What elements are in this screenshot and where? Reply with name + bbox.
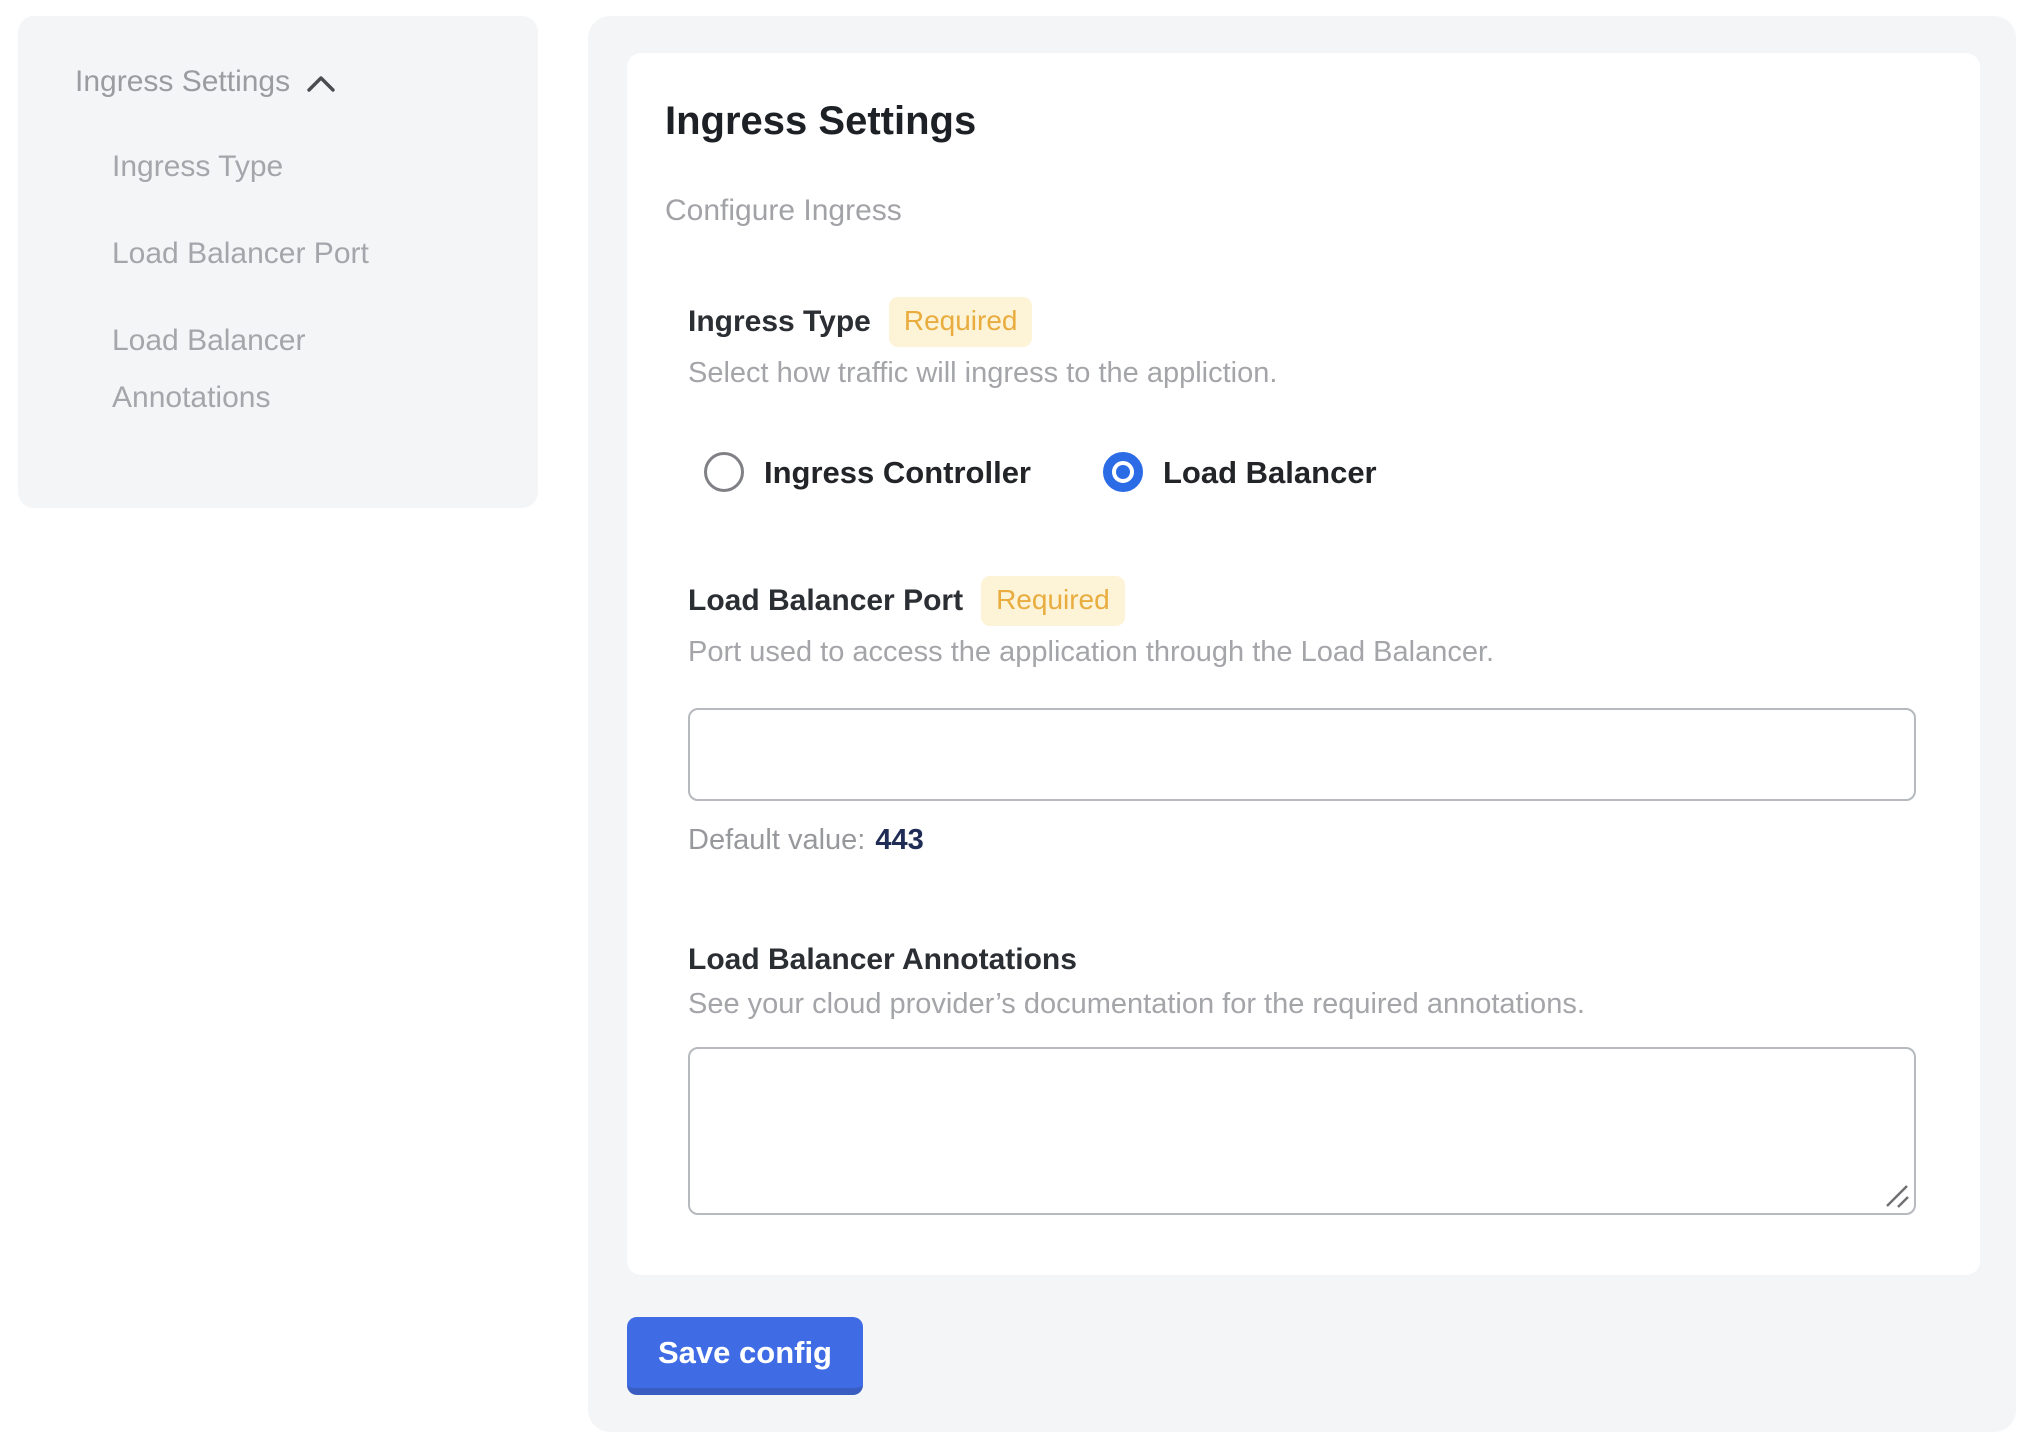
sidebar-item-list: Ingress Type Load Balancer Port Load Bal…: [112, 138, 508, 426]
radio-label-ingress-controller: Ingress Controller: [764, 454, 1031, 491]
ingress-type-description: Select how traffic will ingress to the a…: [688, 356, 1916, 391]
default-value-label: Default value:: [688, 824, 865, 856]
load-balancer-annotations-label: Load Balancer Annotations: [688, 942, 1077, 978]
radio-option-load-balancer[interactable]: Load Balancer: [1103, 452, 1377, 492]
load-balancer-port-input[interactable]: [688, 708, 1916, 801]
ingress-settings-card: Ingress Settings Configure Ingress Ingre…: [627, 53, 1980, 1275]
resize-handle-icon[interactable]: [1883, 1182, 1911, 1210]
load-balancer-annotations-description: See your cloud provider’s documentation …: [688, 987, 1916, 1022]
load-balancer-annotations-textarea[interactable]: [688, 1047, 1916, 1215]
sidebar-item-ingress-type[interactable]: Ingress Type: [112, 138, 442, 195]
settings-sidebar: Ingress Settings Ingress Type Load Balan…: [18, 16, 538, 508]
section-load-balancer-annotations: Load Balancer Annotations See your cloud…: [688, 942, 1916, 1216]
page-title: Ingress Settings: [665, 97, 1916, 145]
sidebar-item-load-balancer-port[interactable]: Load Balancer Port: [112, 225, 442, 282]
radio-option-ingress-controller[interactable]: Ingress Controller: [704, 452, 1031, 492]
sidebar-item-load-balancer-annotations[interactable]: Load Balancer Annotations: [112, 312, 442, 426]
settings-main-container: Ingress Settings Configure Ingress Ingre…: [588, 16, 2016, 1432]
radio-label-load-balancer: Load Balancer: [1163, 454, 1377, 491]
section-load-balancer-port: Load Balancer Port Required Port used to…: [688, 576, 1916, 857]
load-balancer-port-label-row: Load Balancer Port Required: [688, 576, 1916, 626]
form-sections: Ingress Type Required Select how traffic…: [688, 297, 1916, 1215]
ingress-type-label: Ingress Type: [688, 304, 871, 340]
sidebar-section-toggle[interactable]: Ingress Settings: [75, 64, 508, 100]
ingress-type-label-row: Ingress Type Required: [688, 297, 1916, 347]
radio-selected-icon[interactable]: [1103, 452, 1143, 492]
required-badge: Required: [889, 297, 1033, 347]
load-balancer-port-label: Load Balancer Port: [688, 583, 963, 619]
section-ingress-type: Ingress Type Required Select how traffic…: [688, 297, 1916, 492]
page-subtitle: Configure Ingress: [665, 193, 1916, 229]
load-balancer-annotations-label-row: Load Balancer Annotations: [688, 942, 1916, 978]
required-badge: Required: [981, 576, 1125, 626]
default-value-number: 443: [875, 824, 923, 856]
radio-unselected-icon[interactable]: [704, 452, 744, 492]
save-config-button[interactable]: Save config: [627, 1317, 863, 1395]
sidebar-section-title: Ingress Settings: [75, 64, 290, 100]
chevron-up-icon: [306, 74, 336, 94]
default-value-note: Default value: 443: [688, 823, 1916, 858]
ingress-type-radio-group: Ingress Controller Load Balancer: [688, 452, 1916, 492]
load-balancer-annotations-field-wrap: [688, 1047, 1916, 1215]
load-balancer-port-description: Port used to access the application thro…: [688, 635, 1916, 670]
